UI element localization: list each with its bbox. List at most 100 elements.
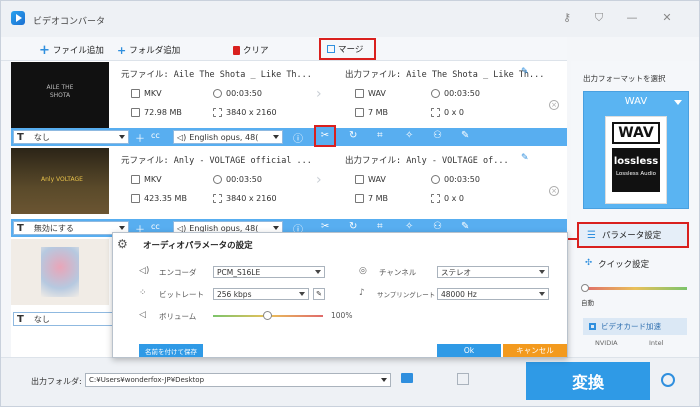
rotate-icon[interactable]: ↻	[349, 130, 357, 141]
quality-slider-handle[interactable]	[581, 284, 589, 292]
crop-icon[interactable]: ⌗	[377, 130, 383, 141]
convert-button[interactable]: 変換	[526, 362, 650, 400]
out-duration: 00:03:50	[431, 175, 480, 184]
file-icon	[131, 89, 140, 98]
volume-slider-handle[interactable]	[263, 311, 272, 320]
subtitle-select-1[interactable]: T なし	[13, 130, 129, 144]
effects-icon[interactable]: ✧	[405, 130, 413, 141]
audio-track-select-1[interactable]: ◁) English opus, 48(	[173, 130, 283, 144]
size-icon	[131, 108, 140, 117]
channel-select[interactable]: ステレオ	[437, 266, 549, 278]
src-size: 423.35 MB	[131, 194, 187, 203]
sliders-icon: ☰	[587, 229, 596, 241]
cancel-button[interactable]: キャンセル	[503, 344, 567, 357]
add-subtitle-icon[interactable]: ＋	[135, 130, 145, 145]
resolution-icon	[431, 108, 440, 117]
watermark-icon[interactable]: ⚇	[433, 130, 442, 141]
out-format: WAV	[355, 89, 386, 98]
minimize-button[interactable]: —	[624, 11, 640, 25]
trim-cut-icon[interactable]: ✂	[314, 125, 336, 147]
video-thumbnail-3	[11, 239, 109, 305]
gpu-acceleration-toggle[interactable]: ビデオカード加速	[583, 318, 687, 335]
thumbnail-text-1: AILE THE SHOTA	[46, 84, 74, 99]
ok-button[interactable]: Ok	[437, 344, 501, 357]
alarm-clock-icon[interactable]	[661, 373, 675, 387]
encoder-select[interactable]: PCM_S16LE	[213, 266, 325, 278]
effects-icon[interactable]: ✧	[405, 221, 413, 232]
src-resolution: 3840 x 2160	[213, 194, 277, 203]
out-size: 7 MB	[355, 108, 388, 117]
save-as-button[interactable]: 名前を付けて保存	[139, 344, 203, 357]
rotate-icon[interactable]: ↻	[349, 221, 357, 232]
out-format: WAV	[355, 175, 386, 184]
src-resolution: 3840 x 2160	[213, 108, 277, 117]
file-row-2[interactable]: Anly VOLTAGE 元ファイル: Anly - VOLTAGE offic…	[11, 148, 567, 226]
edit-icon[interactable]: ✎	[521, 153, 529, 163]
size-icon	[355, 108, 364, 117]
edit-pen-icon[interactable]: ✎	[461, 221, 469, 232]
out-duration: 00:03:50	[431, 89, 480, 98]
src-format: MKV	[131, 89, 162, 98]
quality-slider[interactable]	[583, 287, 687, 290]
volume-icon: ◁	[139, 310, 146, 320]
speaker-icon: ◁)	[139, 266, 150, 276]
info-icon[interactable]: ⓘ	[293, 130, 303, 145]
edit-icon[interactable]: ✎	[521, 67, 529, 77]
row-1-control-bar: T なし ＋ cc ◁) English opus, 48( ⓘ ✂ ↻ ⌗ ✧ ⚇…	[11, 125, 567, 147]
intel-option[interactable]: Intel	[649, 339, 663, 347]
folder-open-icon[interactable]	[401, 373, 413, 383]
app-window: ビデオコンバータ ⚷ ⛉ — ✕ + ファイル追加 + フォルダ追加 クリア マ…	[0, 0, 700, 407]
add-file-button[interactable]: + ファイル追加	[39, 43, 104, 58]
file-icon	[355, 89, 364, 98]
output-format-selector[interactable]: WAV WAV lossless Lossless Audio	[583, 91, 689, 209]
cc-icon[interactable]: cc	[151, 131, 160, 140]
cart-icon[interactable]: ⛉	[591, 11, 607, 25]
file-icon	[355, 175, 364, 184]
output-file-name: 出力ファイル: Anly - VOLTAGE of...	[345, 156, 509, 166]
merge-button[interactable]: マージ	[319, 38, 376, 60]
crop-icon[interactable]: ⌗	[377, 221, 383, 232]
samplerate-select[interactable]: 48000 Hz	[437, 288, 549, 300]
encoder-label: エンコーダ	[159, 268, 197, 277]
cc-icon[interactable]: cc	[151, 222, 160, 231]
output-folder-path[interactable]: C:¥Users¥wonderfox-JP¥Desktop	[85, 373, 391, 387]
wav-format-icon: WAV lossless Lossless Audio	[605, 116, 667, 204]
size-icon	[131, 194, 140, 203]
trim-cut-icon[interactable]: ✂	[321, 221, 329, 232]
app-logo-icon	[11, 11, 25, 25]
clear-button[interactable]: クリア	[233, 43, 269, 57]
edit-pen-icon[interactable]: ✎	[461, 130, 469, 141]
microphone-icon: ♪	[359, 288, 365, 298]
edit-bitrate-icon[interactable]: ✎	[313, 288, 325, 300]
chevron-down-icon	[674, 100, 682, 105]
channel-icon: ◎	[359, 266, 367, 276]
clock-icon	[213, 89, 222, 98]
parameter-settings-button[interactable]: ☰ パラメータ設定	[577, 222, 689, 248]
bitrate-icon: ⁘	[139, 288, 147, 298]
export-icon[interactable]	[457, 373, 469, 385]
format-name: WAV	[624, 96, 648, 107]
volume-label: ボリューム	[159, 312, 197, 321]
nvidia-option[interactable]: NVIDIA	[595, 339, 618, 347]
thumbnail-text-2: Anly VOLTAGE	[41, 176, 83, 183]
src-duration: 00:03:50	[213, 89, 262, 98]
bitrate-select[interactable]: 256 kbps	[213, 288, 309, 300]
resolution-icon	[431, 194, 440, 203]
video-thumbnail-2: Anly VOLTAGE	[11, 148, 109, 214]
key-icon[interactable]: ⚷	[559, 11, 575, 25]
remove-row-icon[interactable]: ×	[549, 100, 559, 110]
add-file-label: ファイル追加	[52, 46, 104, 56]
src-format: MKV	[131, 175, 162, 184]
quick-setting-label: ✣ クイック設定	[585, 258, 650, 270]
close-button[interactable]: ✕	[659, 11, 675, 25]
folder-plus-icon: +	[117, 43, 127, 57]
auto-label: 自動	[581, 299, 594, 307]
audio-parameter-dialog: ⚙ オーディオパラメータの設定 ◁) エンコーダ PCM_S16LE ⁘ ビット…	[112, 232, 568, 358]
size-icon	[355, 194, 364, 203]
watermark-icon[interactable]: ⚇	[433, 221, 442, 232]
clear-label: クリア	[243, 46, 269, 56]
quick-icon: ✣	[585, 258, 593, 268]
remove-row-icon[interactable]: ×	[549, 186, 559, 196]
resolution-icon	[213, 194, 222, 203]
add-folder-button[interactable]: + フォルダ追加	[117, 43, 180, 57]
